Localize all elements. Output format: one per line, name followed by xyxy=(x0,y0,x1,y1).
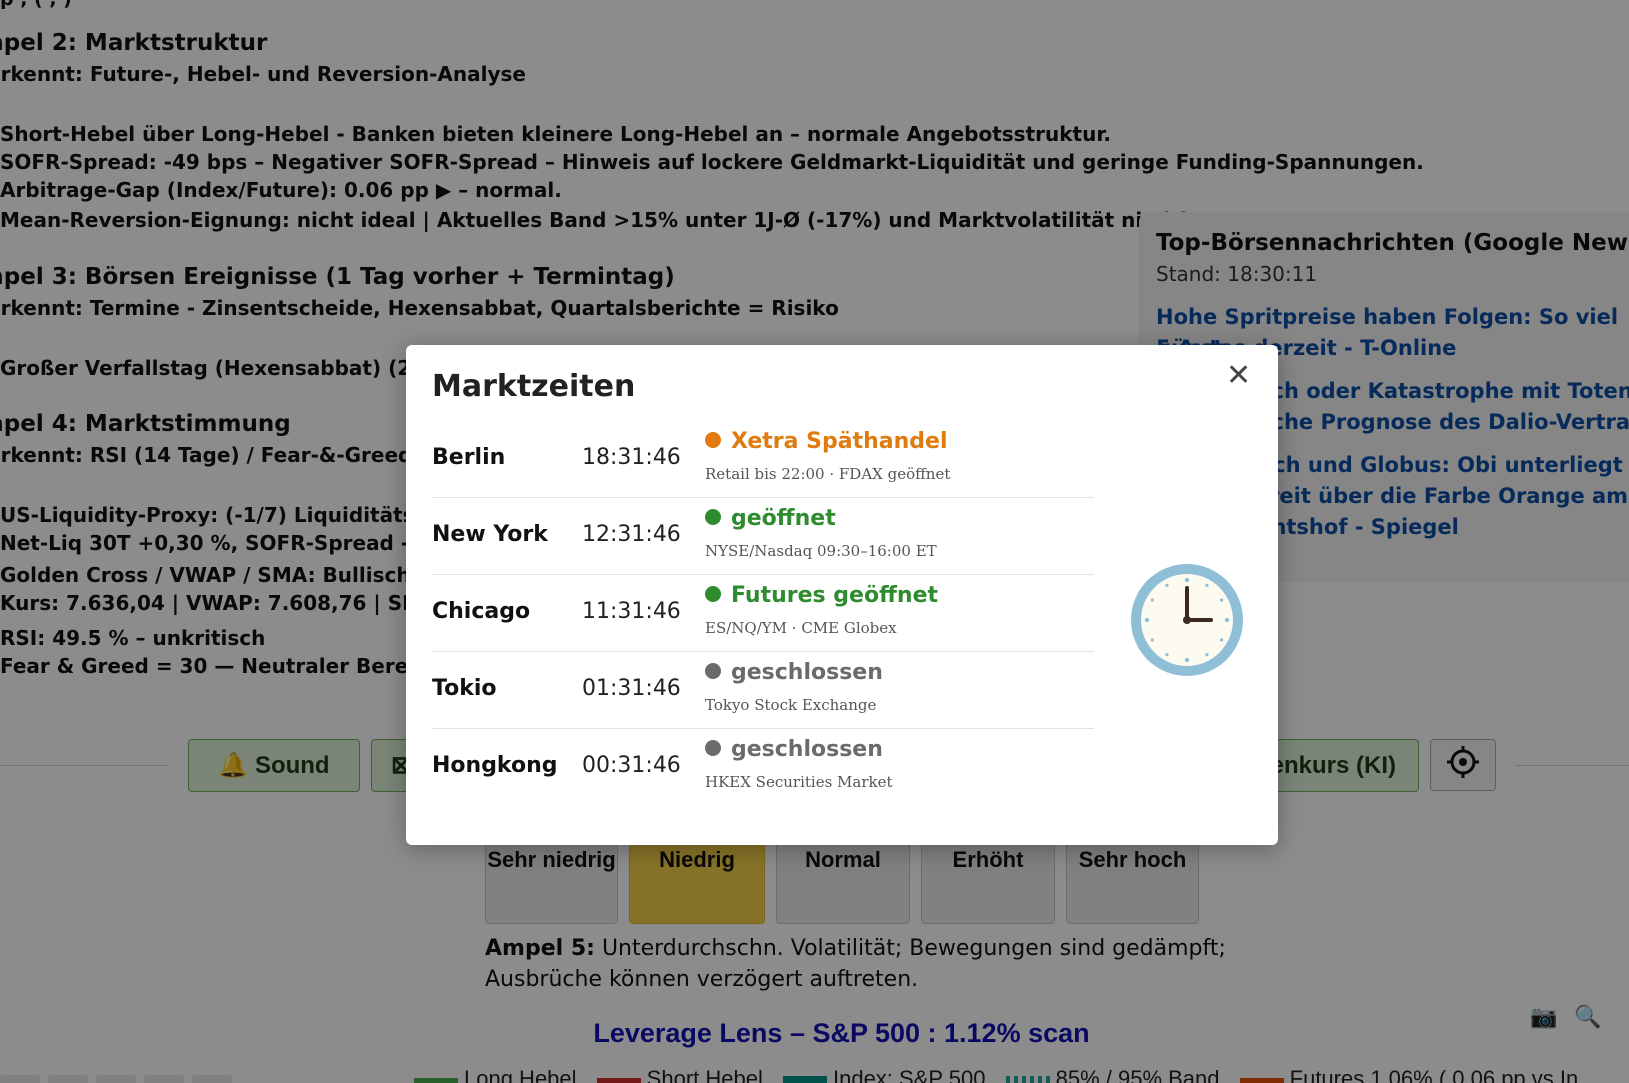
market-row: Hongkong 00:31:46 geschlossen HKEX Secur… xyxy=(432,729,1094,805)
status-dot-icon xyxy=(705,739,721,756)
market-status: geöffnet xyxy=(705,506,836,531)
market-description: Retail bis 22:00 · FDAX geöffnet xyxy=(705,465,951,483)
status-dot-icon xyxy=(705,508,721,525)
market-city: Hongkong xyxy=(432,753,558,778)
market-time: 12:31:46 xyxy=(582,522,681,547)
modal-title: Marktzeiten xyxy=(432,369,636,404)
market-city: Tokio xyxy=(432,676,497,701)
market-row: New York 12:31:46 geöffnet NYSE/Nasdaq 0… xyxy=(432,498,1094,575)
market-status: geschlossen xyxy=(705,660,883,685)
close-icon[interactable]: ✕ xyxy=(1226,361,1251,391)
market-city: Berlin xyxy=(432,445,506,470)
market-time: 18:31:46 xyxy=(582,445,681,470)
market-time: 01:31:46 xyxy=(582,676,681,701)
status-dot-icon xyxy=(705,662,721,679)
market-description: HKEX Securities Market xyxy=(705,773,893,791)
market-status-label: geöffnet xyxy=(731,506,836,531)
clock-icon xyxy=(1129,562,1245,682)
market-row: Berlin 18:31:46 Xetra Späthandel Retail … xyxy=(432,421,1094,498)
market-status: Xetra Späthandel xyxy=(705,429,948,454)
market-status-label: Futures geöffnet xyxy=(731,583,939,608)
market-time: 00:31:46 xyxy=(582,753,681,778)
market-time: 11:31:46 xyxy=(582,599,681,624)
market-list: Berlin 18:31:46 Xetra Späthandel Retail … xyxy=(432,421,1094,805)
market-hours-modal: Marktzeiten ✕ Berlin 18:31:46 Xetra Spät… xyxy=(406,345,1278,845)
market-status: geschlossen xyxy=(705,737,883,762)
market-status-label: Xetra Späthandel xyxy=(731,429,948,454)
status-dot-icon xyxy=(705,585,721,602)
market-description: NYSE/Nasdaq 09:30–16:00 ET xyxy=(705,542,937,560)
market-row: Tokio 01:31:46 geschlossen Tokyo Stock E… xyxy=(432,652,1094,729)
market-city: Chicago xyxy=(432,599,531,624)
status-dot-icon xyxy=(705,431,721,448)
market-description: ES/NQ/YM · CME Globex xyxy=(705,619,897,637)
market-description: Tokyo Stock Exchange xyxy=(705,696,877,714)
market-status-label: geschlossen xyxy=(731,737,883,762)
market-status: Futures geöffnet xyxy=(705,583,938,608)
market-city: New York xyxy=(432,522,548,547)
market-row: Chicago 11:31:46 Futures geöffnet ES/NQ/… xyxy=(432,575,1094,652)
market-status-label: geschlossen xyxy=(731,660,883,685)
